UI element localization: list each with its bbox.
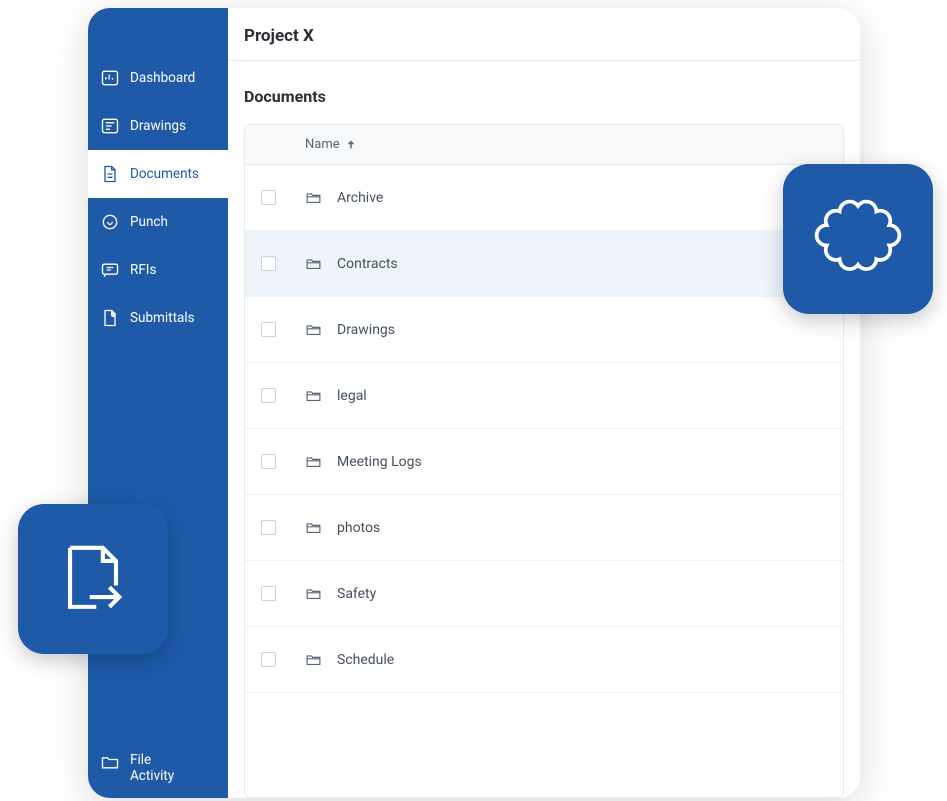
- row-name: Contracts: [337, 256, 827, 272]
- folder-icon: [305, 453, 322, 470]
- submittal-icon: [100, 308, 120, 328]
- table-wrap: Name Archive Contracts Drawings legal Meetin…: [228, 124, 860, 798]
- row-name: Archive: [337, 190, 827, 206]
- header: Project X: [228, 8, 860, 61]
- sort-asc-icon: [346, 140, 356, 150]
- checkbox[interactable]: [261, 322, 276, 337]
- row-name: Drawings: [337, 322, 827, 338]
- row-checkbox-cell: [261, 322, 305, 337]
- row-icon-cell: [305, 387, 337, 404]
- folder-icon: [305, 651, 322, 668]
- row-name: legal: [337, 388, 827, 404]
- file-export-icon: [52, 538, 134, 620]
- checkbox[interactable]: [261, 454, 276, 469]
- row-checkbox-cell: [261, 454, 305, 469]
- rfi-icon: [100, 260, 120, 280]
- sidebar-item-drawings[interactable]: Drawings: [88, 102, 228, 150]
- sidebar-item-file-activity[interactable]: File Activity: [88, 738, 228, 798]
- table-row[interactable]: Schedule: [245, 627, 843, 693]
- folder-icon: [305, 189, 322, 206]
- sidebar-item-label: Punch: [130, 214, 168, 230]
- row-icon-cell: [305, 189, 337, 206]
- sidebar-item-label: Documents: [130, 166, 199, 182]
- table-body: Archive Contracts Drawings legal Meeting Log…: [245, 165, 843, 693]
- table-row[interactable]: Drawings: [245, 297, 843, 363]
- row-checkbox-cell: [261, 586, 305, 601]
- sidebar-item-punch[interactable]: Punch: [88, 198, 228, 246]
- app-frame: Dashboard Drawings Documents Punch RFIs: [88, 8, 860, 798]
- table-header: Name: [245, 125, 843, 165]
- row-checkbox-cell: [261, 190, 305, 205]
- row-checkbox-cell: [261, 388, 305, 403]
- table-row[interactable]: Archive: [245, 165, 843, 231]
- sidebar-item-dashboard[interactable]: Dashboard: [88, 54, 228, 102]
- document-icon: [100, 164, 120, 184]
- table-row[interactable]: photos: [245, 495, 843, 561]
- page-title: Project X: [244, 26, 844, 46]
- checkbox[interactable]: [261, 586, 276, 601]
- row-name: Schedule: [337, 652, 827, 668]
- badge-cloud-scallop: [783, 164, 933, 314]
- row-checkbox-cell: [261, 652, 305, 667]
- sidebar-item-rfis[interactable]: RFIs: [88, 246, 228, 294]
- drawings-icon: [100, 116, 120, 136]
- row-icon-cell: [305, 651, 337, 668]
- table-row[interactable]: legal: [245, 363, 843, 429]
- folder-icon: [305, 387, 322, 404]
- sidebar-item-label: Dashboard: [130, 70, 195, 86]
- dashboard-icon: [100, 68, 120, 88]
- row-icon-cell: [305, 519, 337, 536]
- row-icon-cell: [305, 255, 337, 272]
- row-icon-cell: [305, 453, 337, 470]
- row-icon-cell: [305, 585, 337, 602]
- sidebar-item-documents[interactable]: Documents: [88, 150, 228, 198]
- folder-icon: [100, 752, 120, 772]
- folder-icon: [305, 585, 322, 602]
- folder-icon: [305, 321, 322, 338]
- section-title: Documents: [228, 61, 860, 124]
- row-checkbox-cell: [261, 256, 305, 271]
- checkbox[interactable]: [261, 190, 276, 205]
- cloud-scallop-icon: [812, 193, 904, 285]
- checkbox[interactable]: [261, 388, 276, 403]
- sidebar-item-label: Drawings: [130, 118, 186, 134]
- folder-icon: [305, 255, 322, 272]
- badge-file-export: [18, 504, 168, 654]
- punch-icon: [100, 212, 120, 232]
- table-row[interactable]: Safety: [245, 561, 843, 627]
- sidebar-item-label: RFIs: [130, 262, 156, 278]
- row-icon-cell: [305, 321, 337, 338]
- sidebar-item-label: File Activity: [130, 752, 174, 784]
- col-name-header[interactable]: Name: [305, 137, 827, 152]
- checkbox[interactable]: [261, 652, 276, 667]
- row-name: Meeting Logs: [337, 454, 827, 470]
- documents-table: Name Archive Contracts Drawings legal Meetin…: [244, 124, 844, 798]
- col-name-label: Name: [305, 137, 340, 152]
- checkbox[interactable]: [261, 256, 276, 271]
- row-checkbox-cell: [261, 520, 305, 535]
- sidebar: Dashboard Drawings Documents Punch RFIs: [88, 8, 228, 798]
- table-row[interactable]: Meeting Logs: [245, 429, 843, 495]
- table-row[interactable]: Contracts: [245, 231, 843, 297]
- folder-icon: [305, 519, 322, 536]
- sidebar-item-submittals[interactable]: Submittals: [88, 294, 228, 342]
- sidebar-item-label: Submittals: [130, 310, 195, 326]
- checkbox[interactable]: [261, 520, 276, 535]
- row-name: Safety: [337, 586, 827, 602]
- main-panel: Project X Documents Name Archive Contract…: [228, 8, 860, 798]
- row-name: photos: [337, 520, 827, 536]
